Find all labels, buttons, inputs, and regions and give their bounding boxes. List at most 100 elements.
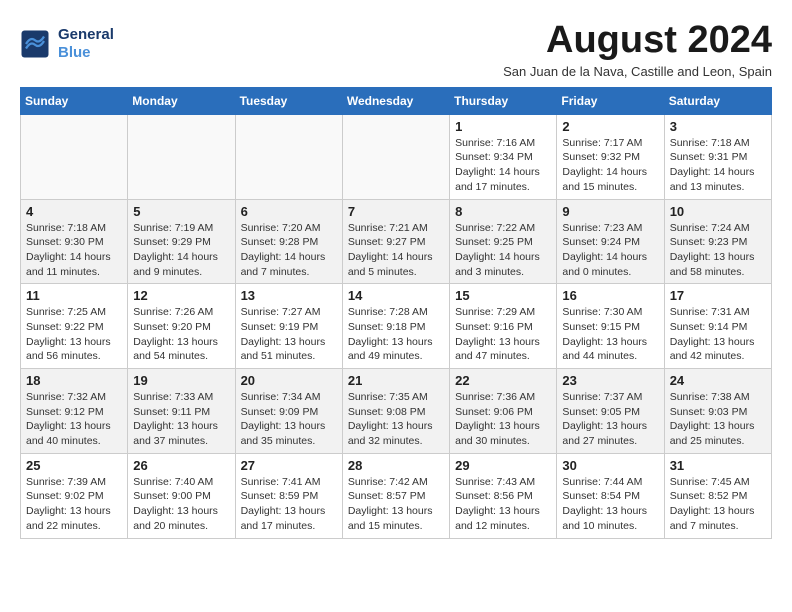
day-info: Sunrise: 7:25 AM Sunset: 9:22 PM Dayligh… (26, 305, 122, 364)
day-info: Sunrise: 7:22 AM Sunset: 9:25 PM Dayligh… (455, 221, 551, 280)
day-info: Sunrise: 7:20 AM Sunset: 9:28 PM Dayligh… (241, 221, 337, 280)
day-number: 28 (348, 458, 444, 473)
calendar-cell: 11 Sunrise: 7:25 AM Sunset: 9:22 PM Dayli… (21, 284, 128, 369)
day-number: 19 (133, 373, 229, 388)
location-label: San Juan de la Nava, Castille and Leon, … (503, 64, 772, 79)
weekday-header-row: SundayMondayTuesdayWednesdayThursdayFrid… (21, 87, 772, 114)
day-number: 15 (455, 288, 551, 303)
calendar-cell: 10 Sunrise: 7:24 AM Sunset: 9:23 PM Dayli… (664, 199, 771, 284)
day-info: Sunrise: 7:43 AM Sunset: 8:56 PM Dayligh… (455, 475, 551, 534)
calendar-cell: 2 Sunrise: 7:17 AM Sunset: 9:32 PM Daylig… (557, 114, 664, 199)
day-number: 14 (348, 288, 444, 303)
day-number: 8 (455, 204, 551, 219)
day-info: Sunrise: 7:41 AM Sunset: 8:59 PM Dayligh… (241, 475, 337, 534)
calendar-cell: 30 Sunrise: 7:44 AM Sunset: 8:54 PM Dayli… (557, 453, 664, 538)
calendar-cell: 5 Sunrise: 7:19 AM Sunset: 9:29 PM Daylig… (128, 199, 235, 284)
day-number: 11 (26, 288, 122, 303)
weekday-header-friday: Friday (557, 87, 664, 114)
day-number: 16 (562, 288, 658, 303)
day-info: Sunrise: 7:18 AM Sunset: 9:30 PM Dayligh… (26, 221, 122, 280)
logo: General Blue (20, 26, 114, 62)
day-number: 13 (241, 288, 337, 303)
weekday-header-sunday: Sunday (21, 87, 128, 114)
calendar-cell: 16 Sunrise: 7:30 AM Sunset: 9:15 PM Dayli… (557, 284, 664, 369)
day-number: 20 (241, 373, 337, 388)
title-section: August 2024 San Juan de la Nava, Castill… (503, 20, 772, 79)
day-info: Sunrise: 7:35 AM Sunset: 9:08 PM Dayligh… (348, 390, 444, 449)
calendar-cell (21, 114, 128, 199)
day-number: 26 (133, 458, 229, 473)
day-number: 7 (348, 204, 444, 219)
day-info: Sunrise: 7:27 AM Sunset: 9:19 PM Dayligh… (241, 305, 337, 364)
calendar-cell: 15 Sunrise: 7:29 AM Sunset: 9:16 PM Dayli… (450, 284, 557, 369)
weekday-header-thursday: Thursday (450, 87, 557, 114)
day-info: Sunrise: 7:44 AM Sunset: 8:54 PM Dayligh… (562, 475, 658, 534)
weekday-header-wednesday: Wednesday (342, 87, 449, 114)
logo-general: General (58, 26, 114, 43)
day-info: Sunrise: 7:39 AM Sunset: 9:02 PM Dayligh… (26, 475, 122, 534)
calendar-cell (235, 114, 342, 199)
day-info: Sunrise: 7:38 AM Sunset: 9:03 PM Dayligh… (670, 390, 766, 449)
day-number: 25 (26, 458, 122, 473)
week-row-2: 4 Sunrise: 7:18 AM Sunset: 9:30 PM Daylig… (21, 199, 772, 284)
calendar-cell: 19 Sunrise: 7:33 AM Sunset: 9:11 PM Dayli… (128, 369, 235, 454)
calendar-cell: 13 Sunrise: 7:27 AM Sunset: 9:19 PM Dayli… (235, 284, 342, 369)
calendar-cell (128, 114, 235, 199)
calendar-cell: 26 Sunrise: 7:40 AM Sunset: 9:00 PM Dayli… (128, 453, 235, 538)
calendar-cell: 4 Sunrise: 7:18 AM Sunset: 9:30 PM Daylig… (21, 199, 128, 284)
day-info: Sunrise: 7:40 AM Sunset: 9:00 PM Dayligh… (133, 475, 229, 534)
day-info: Sunrise: 7:18 AM Sunset: 9:31 PM Dayligh… (670, 136, 766, 195)
day-info: Sunrise: 7:36 AM Sunset: 9:06 PM Dayligh… (455, 390, 551, 449)
day-number: 24 (670, 373, 766, 388)
calendar-cell: 7 Sunrise: 7:21 AM Sunset: 9:27 PM Daylig… (342, 199, 449, 284)
day-number: 27 (241, 458, 337, 473)
calendar-cell: 25 Sunrise: 7:39 AM Sunset: 9:02 PM Dayli… (21, 453, 128, 538)
calendar-cell: 23 Sunrise: 7:37 AM Sunset: 9:05 PM Dayli… (557, 369, 664, 454)
day-number: 29 (455, 458, 551, 473)
day-info: Sunrise: 7:17 AM Sunset: 9:32 PM Dayligh… (562, 136, 658, 195)
calendar-cell: 29 Sunrise: 7:43 AM Sunset: 8:56 PM Dayli… (450, 453, 557, 538)
day-number: 30 (562, 458, 658, 473)
calendar-cell: 17 Sunrise: 7:31 AM Sunset: 9:14 PM Dayli… (664, 284, 771, 369)
day-info: Sunrise: 7:33 AM Sunset: 9:11 PM Dayligh… (133, 390, 229, 449)
day-info: Sunrise: 7:19 AM Sunset: 9:29 PM Dayligh… (133, 221, 229, 280)
calendar-cell: 31 Sunrise: 7:45 AM Sunset: 8:52 PM Dayli… (664, 453, 771, 538)
day-info: Sunrise: 7:45 AM Sunset: 8:52 PM Dayligh… (670, 475, 766, 534)
day-number: 5 (133, 204, 229, 219)
day-number: 10 (670, 204, 766, 219)
day-info: Sunrise: 7:37 AM Sunset: 9:05 PM Dayligh… (562, 390, 658, 449)
calendar-table: SundayMondayTuesdayWednesdayThursdayFrid… (20, 87, 772, 539)
calendar-cell: 20 Sunrise: 7:34 AM Sunset: 9:09 PM Dayli… (235, 369, 342, 454)
day-info: Sunrise: 7:32 AM Sunset: 9:12 PM Dayligh… (26, 390, 122, 449)
calendar-cell: 12Sunrise: 7:26 AM Sunset: 9:20 PM Dayli… (128, 284, 235, 369)
day-info: Sunrise: 7:28 AM Sunset: 9:18 PM Dayligh… (348, 305, 444, 364)
day-number: 2 (562, 119, 658, 134)
calendar-cell: 18Sunrise: 7:32 AM Sunset: 9:12 PM Dayli… (21, 369, 128, 454)
calendar-cell: 6Sunrise: 7:20 AM Sunset: 9:28 PM Daylig… (235, 199, 342, 284)
day-info: Sunrise: 7:34 AM Sunset: 9:09 PM Dayligh… (241, 390, 337, 449)
day-number: 4 (26, 204, 122, 219)
day-info: Sunrise: 7:21 AM Sunset: 9:27 PM Dayligh… (348, 221, 444, 280)
weekday-header-saturday: Saturday (664, 87, 771, 114)
day-number: 3 (670, 119, 766, 134)
day-info: Sunrise: 7:31 AM Sunset: 9:14 PM Dayligh… (670, 305, 766, 364)
day-info: Sunrise: 7:16 AM Sunset: 9:34 PM Dayligh… (455, 136, 551, 195)
day-info: Sunrise: 7:24 AM Sunset: 9:23 PM Dayligh… (670, 221, 766, 280)
calendar-cell: 3 Sunrise: 7:18 AM Sunset: 9:31 PM Daylig… (664, 114, 771, 199)
calendar-cell: 1Sunrise: 7:16 AM Sunset: 9:34 PM Daylig… (450, 114, 557, 199)
day-info: Sunrise: 7:23 AM Sunset: 9:24 PM Dayligh… (562, 221, 658, 280)
day-info: Sunrise: 7:29 AM Sunset: 9:16 PM Dayligh… (455, 305, 551, 364)
day-number: 23 (562, 373, 658, 388)
day-number: 21 (348, 373, 444, 388)
weekday-header-monday: Monday (128, 87, 235, 114)
logo-blue: Blue (58, 44, 91, 61)
day-number: 12 (133, 288, 229, 303)
calendar-cell: 22Sunrise: 7:36 AM Sunset: 9:06 PM Dayli… (450, 369, 557, 454)
day-number: 17 (670, 288, 766, 303)
day-info: Sunrise: 7:42 AM Sunset: 8:57 PM Dayligh… (348, 475, 444, 534)
calendar-cell: 27 Sunrise: 7:41 AM Sunset: 8:59 PM Dayli… (235, 453, 342, 538)
day-number: 31 (670, 458, 766, 473)
weekday-header-tuesday: Tuesday (235, 87, 342, 114)
day-info: Sunrise: 7:30 AM Sunset: 9:15 PM Dayligh… (562, 305, 658, 364)
week-row-4: 18Sunrise: 7:32 AM Sunset: 9:12 PM Dayli… (21, 369, 772, 454)
